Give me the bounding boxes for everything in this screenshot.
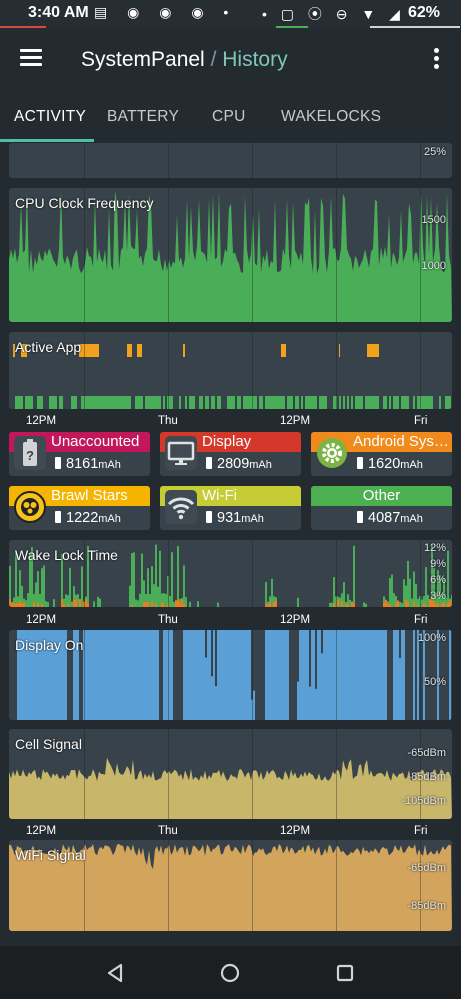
- x-axis-labels: 12PM Thu 12PM Fri: [0, 614, 461, 630]
- more-options-icon[interactable]: [430, 48, 442, 70]
- battery-item-color-bar: Other: [311, 486, 452, 506]
- cpu-y-label-1500: 1500: [421, 214, 446, 226]
- unknown-battery-icon: ?: [14, 436, 46, 470]
- x-label-12pm: 12PM: [26, 614, 57, 626]
- app-bar: SystemPanel / History: [0, 28, 461, 90]
- svg-text:?: ?: [26, 448, 34, 463]
- x-label-thu: Thu: [158, 415, 178, 427]
- x-axis-labels: 12PM Thu 12PM Fri: [0, 825, 461, 841]
- navigation-bar: [0, 946, 461, 999]
- battery-item-value: 931mAh: [206, 510, 264, 526]
- tab-activity[interactable]: ACTIVITY: [14, 108, 86, 126]
- wakelock-y-label: 9%: [430, 558, 446, 570]
- cell-y-label: -105dBm: [401, 795, 446, 807]
- x-label-fri: Fri: [414, 614, 428, 626]
- system-status-icons: • ▢ ⦿ ⊖ ▼ ◢: [262, 6, 405, 22]
- recents-icon[interactable]: [332, 960, 358, 986]
- battery-percentage: 62%: [408, 4, 441, 21]
- display-card-title: Display On: [15, 637, 84, 653]
- battery-item-unaccounted[interactable]: Unaccounted ? 8161mAh: [9, 432, 150, 476]
- x-label-12pm: 12PM: [26, 825, 57, 837]
- wakelock-card: Wake Lock Time 12% 9% 6% 3%: [9, 540, 452, 607]
- tab-battery[interactable]: BATTERY: [107, 108, 179, 126]
- partial-chart-card: 25%: [9, 143, 452, 178]
- title-separator: /: [204, 48, 223, 71]
- notification-icons: ▤ ◉ ◉ ◉ •: [94, 4, 237, 20]
- home-icon[interactable]: [217, 960, 243, 986]
- wifi-signal-card: WiFi Signal -65dBm -85dBm: [9, 840, 452, 931]
- page-title: SystemPanel / History: [81, 48, 288, 72]
- cpu-y-label-1000: 1000: [421, 260, 446, 272]
- battery-item-value: 4087mAh: [357, 510, 423, 526]
- x-label-12pm: 12PM: [280, 825, 311, 837]
- wakelock-card-title: Wake Lock Time: [15, 547, 118, 563]
- wifi-y-label: -85dBm: [407, 900, 446, 912]
- brawl-stars-icon: [14, 491, 46, 523]
- active-tab-indicator: [0, 139, 94, 142]
- monitor-icon: [165, 436, 197, 470]
- battery-item-name: Unaccounted: [51, 433, 140, 450]
- page-name: History: [222, 48, 288, 71]
- x-label-12pm: 12PM: [280, 415, 311, 427]
- wifi-icon: [165, 490, 197, 524]
- wakelock-y-label: 12%: [423, 542, 446, 554]
- x-label-thu: Thu: [158, 825, 178, 837]
- display-y-label-100: 100%: [417, 632, 446, 644]
- history-scroll-area[interactable]: 25% CPU Clock Frequency 1500 1000 Active…: [0, 143, 461, 946]
- display-on-card: Display On 100% 50%: [9, 630, 452, 720]
- battery-item-value: 2809mAh: [206, 456, 272, 472]
- cell-card-title: Cell Signal: [15, 736, 82, 752]
- app-name: SystemPanel: [81, 48, 205, 71]
- battery-item-name: Brawl Stars: [51, 487, 128, 504]
- x-label-12pm: 12PM: [280, 614, 311, 626]
- status-time: 3:40 AM: [28, 4, 89, 21]
- x-label-12pm: 12PM: [26, 415, 57, 427]
- battery-item-value: 1620mAh: [357, 456, 423, 472]
- battery-item-android-system[interactable]: Android Sys… 1620mAh: [311, 432, 452, 476]
- cell-y-label: -85dBm: [407, 771, 446, 783]
- status-bar: 3:40 AM ▤ ◉ ◉ ◉ • • ▢ ⦿ ⊖ ▼ ◢ 62%: [0, 0, 461, 28]
- battery-item-name: Display: [202, 433, 252, 450]
- cell-y-label: -65dBm: [407, 747, 446, 759]
- wakelock-y-label: 3%: [430, 590, 446, 602]
- battery-item-other[interactable]: Other 4087mAh: [311, 486, 452, 530]
- tab-wakelocks[interactable]: WAKELOCKS: [281, 108, 381, 126]
- cell-signal-card: Cell Signal -65dBm -85dBm -105dBm: [9, 729, 452, 819]
- cpu-card-title: CPU Clock Frequency: [15, 195, 154, 211]
- x-axis-labels: 12PM Thu 12PM Fri: [0, 415, 461, 431]
- battery-item-value: 8161mAh: [55, 456, 121, 472]
- wakelock-y-label: 6%: [430, 574, 446, 586]
- wifi-card-title: WiFi Signal: [15, 847, 86, 863]
- battery-item-name: Other: [362, 487, 401, 504]
- x-label-fri: Fri: [414, 825, 428, 837]
- active-app-card-title: Active App: [15, 339, 82, 355]
- gear-icon: [317, 438, 347, 468]
- y-axis-label: 25%: [423, 146, 446, 158]
- hamburger-menu-icon[interactable]: [20, 49, 42, 67]
- active-app-card: Active App: [9, 332, 452, 409]
- tab-bar: ACTIVITY BATTERY CPU WAKELOCKS: [0, 90, 461, 143]
- battery-item-display[interactable]: Display 2809mAh: [160, 432, 301, 476]
- cpu-frequency-card: CPU Clock Frequency 1500 1000: [9, 188, 452, 322]
- battery-item-name: Android Sys…: [353, 433, 449, 450]
- x-label-thu: Thu: [158, 614, 178, 626]
- display-y-label-50: 50%: [423, 676, 446, 688]
- x-label-fri: Fri: [414, 415, 428, 427]
- battery-item-brawl-stars[interactable]: Brawl Stars 1222mAh: [9, 486, 150, 530]
- battery-item-wifi[interactable]: Wi-Fi 931mAh: [160, 486, 301, 530]
- tab-cpu[interactable]: CPU: [212, 108, 246, 126]
- battery-item-name: Wi-Fi: [202, 487, 237, 504]
- back-icon[interactable]: [102, 960, 128, 986]
- battery-item-value: 1222mAh: [55, 510, 121, 526]
- wifi-y-label: -65dBm: [407, 862, 446, 874]
